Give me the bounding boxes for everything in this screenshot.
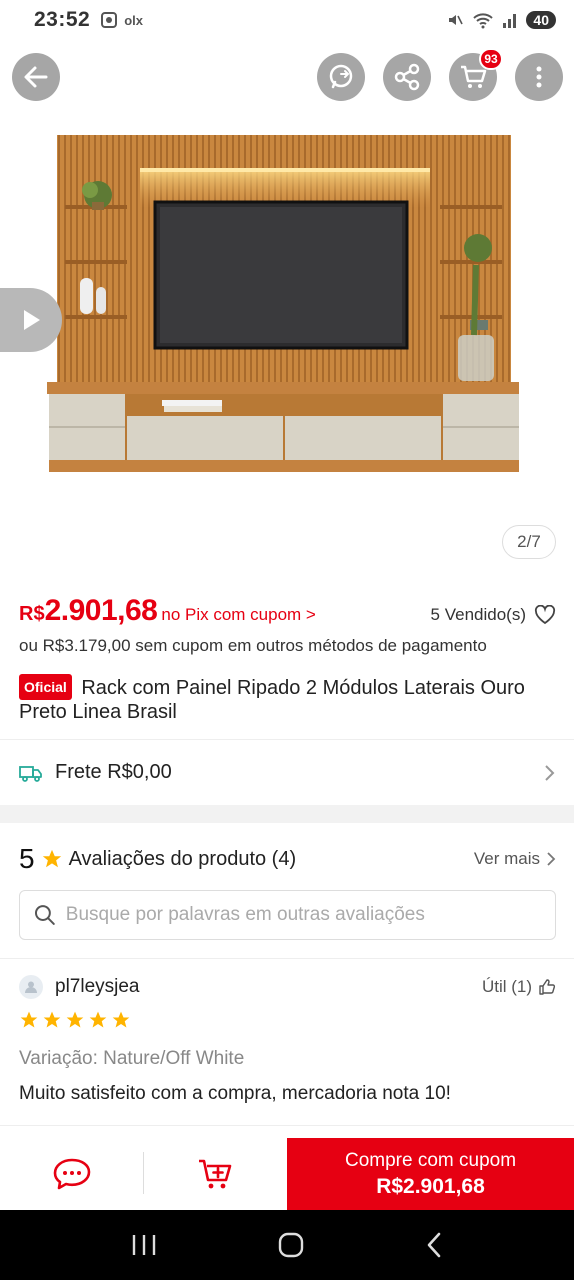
alternative-price: ou R$3.179,00 sem cupom em outros método… xyxy=(19,636,487,655)
product-title: Oficial Rack com Painel Ripado 2 Módulos… xyxy=(19,674,556,724)
cart-count-badge: 93 xyxy=(479,48,503,70)
review-search-box[interactable] xyxy=(19,890,556,940)
chat-button[interactable] xyxy=(0,1138,143,1210)
see-more-reviews-link[interactable]: Ver mais xyxy=(474,849,556,869)
official-badge: Oficial xyxy=(19,674,72,700)
review-comment: Muito satisfeito com a compra, mercadori… xyxy=(19,1083,451,1104)
star-icon xyxy=(20,1011,38,1028)
review-variation: Variação: Nature/Off White xyxy=(19,1048,245,1069)
chat-icon xyxy=(53,1158,90,1190)
star-icon xyxy=(43,1011,61,1028)
reviews-title: Avaliações do produto (4) xyxy=(68,847,297,870)
buy-button-label: Compre com cupom xyxy=(344,1149,517,1171)
divider xyxy=(0,958,574,959)
mute-icon xyxy=(449,15,464,25)
share-button[interactable] xyxy=(383,53,431,101)
status-time: 23:52 xyxy=(34,8,91,31)
cart-button[interactable]: 93 xyxy=(449,48,503,101)
signal-icon xyxy=(503,14,517,28)
system-navigation-bar xyxy=(0,1210,574,1280)
play-icon xyxy=(24,310,40,330)
add-to-cart-icon xyxy=(198,1159,231,1189)
price-value: 2.901,68 xyxy=(44,594,158,627)
shipping-row[interactable]: Frete R$0,00 xyxy=(0,740,574,805)
reviews-header: 5 Avaliações do produto (4) Ver mais xyxy=(19,843,556,875)
back-nav-icon[interactable] xyxy=(424,1232,444,1258)
heart-icon[interactable] xyxy=(534,605,556,625)
review-score: 5 xyxy=(19,843,35,874)
star-icon xyxy=(66,1011,84,1028)
buy-with-coupon-button[interactable]: Compre com cupom R$2.901,68 xyxy=(287,1138,574,1210)
avatar xyxy=(19,975,43,999)
status-bar: 23:52 olx 40 xyxy=(0,0,574,40)
useful-button[interactable]: Útil (1) xyxy=(482,977,556,997)
whatsapp-icon xyxy=(329,64,353,89)
price-currency: R$ xyxy=(19,603,45,625)
bottom-action-bar: Compre com cupom R$2.901,68 xyxy=(0,1125,574,1210)
chevron-right-icon xyxy=(547,852,556,866)
shipping-label: Frete R$0,00 xyxy=(55,761,172,783)
product-image xyxy=(47,135,519,472)
search-icon xyxy=(34,905,55,925)
review-stars xyxy=(19,1010,131,1030)
thumbs-up-icon xyxy=(539,979,556,995)
video-play-button[interactable] xyxy=(0,288,62,352)
olx-icon: olx xyxy=(124,12,144,28)
user-icon xyxy=(25,981,37,993)
product-title-text: Rack com Painel Ripado 2 Módulos Laterai… xyxy=(19,677,525,723)
review-username: pl7leysjea xyxy=(55,976,140,997)
share-icon xyxy=(394,63,420,91)
section-separator xyxy=(0,805,574,823)
star-icon xyxy=(112,1011,130,1028)
arrow-left-icon xyxy=(24,66,48,88)
battery-indicator: 40 xyxy=(526,11,556,29)
see-more-label: Ver mais xyxy=(473,849,540,868)
back-button[interactable] xyxy=(12,53,60,101)
image-counter: 2/7 xyxy=(502,525,556,559)
useful-label: Útil (1) xyxy=(481,977,532,996)
more-options-button[interactable] xyxy=(515,53,563,101)
add-to-cart-button[interactable] xyxy=(144,1138,287,1210)
screenshot-icon xyxy=(101,12,118,28)
buy-button-price: R$2.901,68 xyxy=(376,1174,485,1198)
home-icon[interactable] xyxy=(277,1231,305,1259)
wifi-icon xyxy=(473,13,494,29)
review-author-row: pl7leysjea Útil (1) xyxy=(19,975,556,999)
truck-icon xyxy=(19,765,42,782)
star-icon xyxy=(42,849,61,868)
sold-count: 5 Vendido(s) xyxy=(431,605,556,625)
product-image-gallery[interactable]: 2/7 xyxy=(0,120,574,570)
price-row: R$ 2.901,68 no Pix com cupom > 5 Vendido… xyxy=(19,594,556,628)
review-search-input[interactable] xyxy=(65,904,541,926)
whatsapp-share-button[interactable] xyxy=(317,53,365,101)
more-vertical-icon xyxy=(536,66,542,88)
chevron-right-icon xyxy=(545,764,555,781)
recent-apps-icon[interactable] xyxy=(130,1233,158,1257)
sold-count-text: 5 Vendido(s) xyxy=(430,605,526,624)
star-icon xyxy=(89,1011,107,1028)
pix-coupon-link[interactable]: no Pix com cupom > xyxy=(161,605,316,625)
